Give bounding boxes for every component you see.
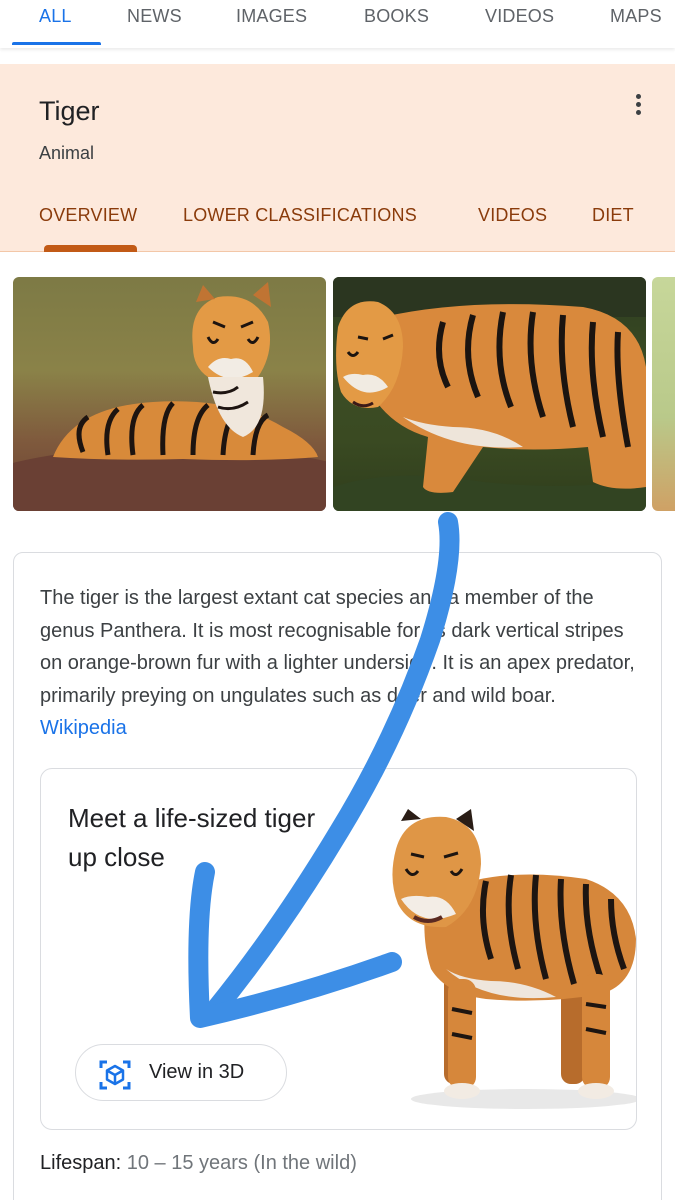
search-type-tabs: ALL NEWS IMAGES BOOKS VIDEOS MAPS (0, 0, 675, 48)
tiger-image-lying[interactable] (13, 277, 326, 511)
entity-description: The tiger is the largest extant cat spec… (40, 582, 640, 745)
view-in-3d-button[interactable]: View in 3D (75, 1044, 287, 1101)
lifespan-value: 10 – 15 years (In the wild) (126, 1152, 357, 1174)
kp-active-tab-indicator (44, 245, 137, 252)
tab-maps[interactable]: MAPS (610, 6, 662, 27)
lifespan-label: Lifespan: (40, 1152, 122, 1174)
kp-tab-lower-classifications[interactable]: LOWER CLASSIFICATIONS (183, 205, 417, 226)
tab-images[interactable]: IMAGES (236, 6, 307, 27)
active-tab-indicator (12, 42, 101, 45)
view-in-3d-card[interactable]: Meet a life-sized tiger up close View in… (40, 768, 637, 1130)
kp-tab-videos[interactable]: VIDEOS (478, 205, 547, 226)
tiger-image-standing[interactable] (333, 277, 646, 511)
tab-videos[interactable]: VIDEOS (485, 6, 554, 27)
entity-title: Tiger (39, 96, 100, 126)
knowledge-panel-header: Tiger Animal OVERVIEW LOWER CLASSIFICATI… (0, 64, 675, 252)
description-card: The tiger is the largest extant cat spec… (13, 552, 662, 1200)
kp-tab-diet[interactable]: DIET (592, 205, 634, 226)
tab-all[interactable]: ALL (39, 6, 72, 27)
view-in-3d-label: View in 3D (149, 1061, 245, 1083)
description-text: The tiger is the largest extant cat spec… (40, 587, 635, 707)
tiger-image-partial[interactable] (652, 277, 675, 511)
view-in-3d-cube-icon (99, 1060, 131, 1090)
tab-books[interactable]: BOOKS (364, 6, 429, 27)
more-vert-icon[interactable] (628, 92, 648, 118)
wikipedia-link[interactable]: Wikipedia (40, 717, 127, 739)
kp-tab-overview[interactable]: OVERVIEW (39, 205, 137, 226)
entity-subtitle: Animal (39, 143, 95, 163)
ar-card-title: Meet a life-sized tiger up close (68, 803, 316, 872)
lifespan-fact: Lifespan: 10 – 15 years (In the wild) (40, 1152, 357, 1175)
tab-news[interactable]: NEWS (127, 6, 182, 27)
tiger-3d-model-image (392, 809, 636, 1109)
